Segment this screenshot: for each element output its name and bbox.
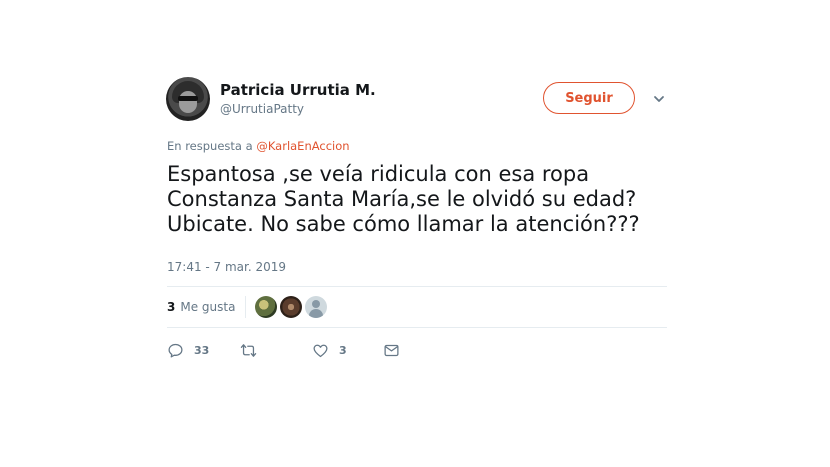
reply-prefix: En respuesta a <box>167 139 253 153</box>
retweet-icon <box>240 343 257 357</box>
liker-avatar[interactable] <box>255 296 278 318</box>
retweet-button[interactable] <box>240 340 267 360</box>
reply-mention-link[interactable]: @KarlaEnAccion <box>256 139 349 153</box>
liker-avatar[interactable] <box>305 296 328 318</box>
tweet-timestamp[interactable]: 17:41 - 7 mar. 2019 <box>167 260 286 274</box>
author-name[interactable]: Patricia Urrutia M. <box>220 81 376 99</box>
avatar-glasses <box>178 96 198 101</box>
tweet-text-line: Ubicate. No sabe cómo llamar la atención… <box>167 212 640 236</box>
heart-icon <box>313 344 328 357</box>
reply-icon <box>168 343 183 358</box>
like-count: 3 <box>339 343 347 357</box>
tweet-text: Espantosa ,se veía ridicula con esa ropa… <box>167 162 687 237</box>
likes-count: 3 <box>167 300 176 314</box>
likes-label: Me gusta <box>180 300 236 314</box>
avatar[interactable] <box>166 77 210 121</box>
follow-button[interactable]: Seguir <box>543 82 635 114</box>
divider <box>167 327 667 328</box>
reply-context: En respuesta a @KarlaEnAccion <box>167 139 350 153</box>
reply-count: 33 <box>194 343 210 357</box>
divider <box>167 286 667 287</box>
author-handle[interactable]: @UrrutiaPatty <box>220 102 304 116</box>
likes-summary[interactable]: 3 Me gusta <box>167 296 330 318</box>
avatar-face <box>179 91 197 113</box>
like-button[interactable]: 3 <box>312 340 347 360</box>
tweet-text-line: Constanza Santa María,se le olvidó su ed… <box>167 187 637 211</box>
reply-button[interactable]: 33 <box>167 340 209 360</box>
message-icon <box>384 344 399 356</box>
direct-message-button[interactable] <box>383 340 400 360</box>
tweet-text-line: Espantosa ,se veía ridicula con esa ropa <box>167 162 590 186</box>
likes-separator <box>245 296 247 318</box>
liker-avatar[interactable] <box>280 296 303 318</box>
tweet-card: Patricia Urrutia M. @UrrutiaPatty Seguir… <box>0 0 830 467</box>
chevron-down-icon[interactable] <box>652 92 666 106</box>
